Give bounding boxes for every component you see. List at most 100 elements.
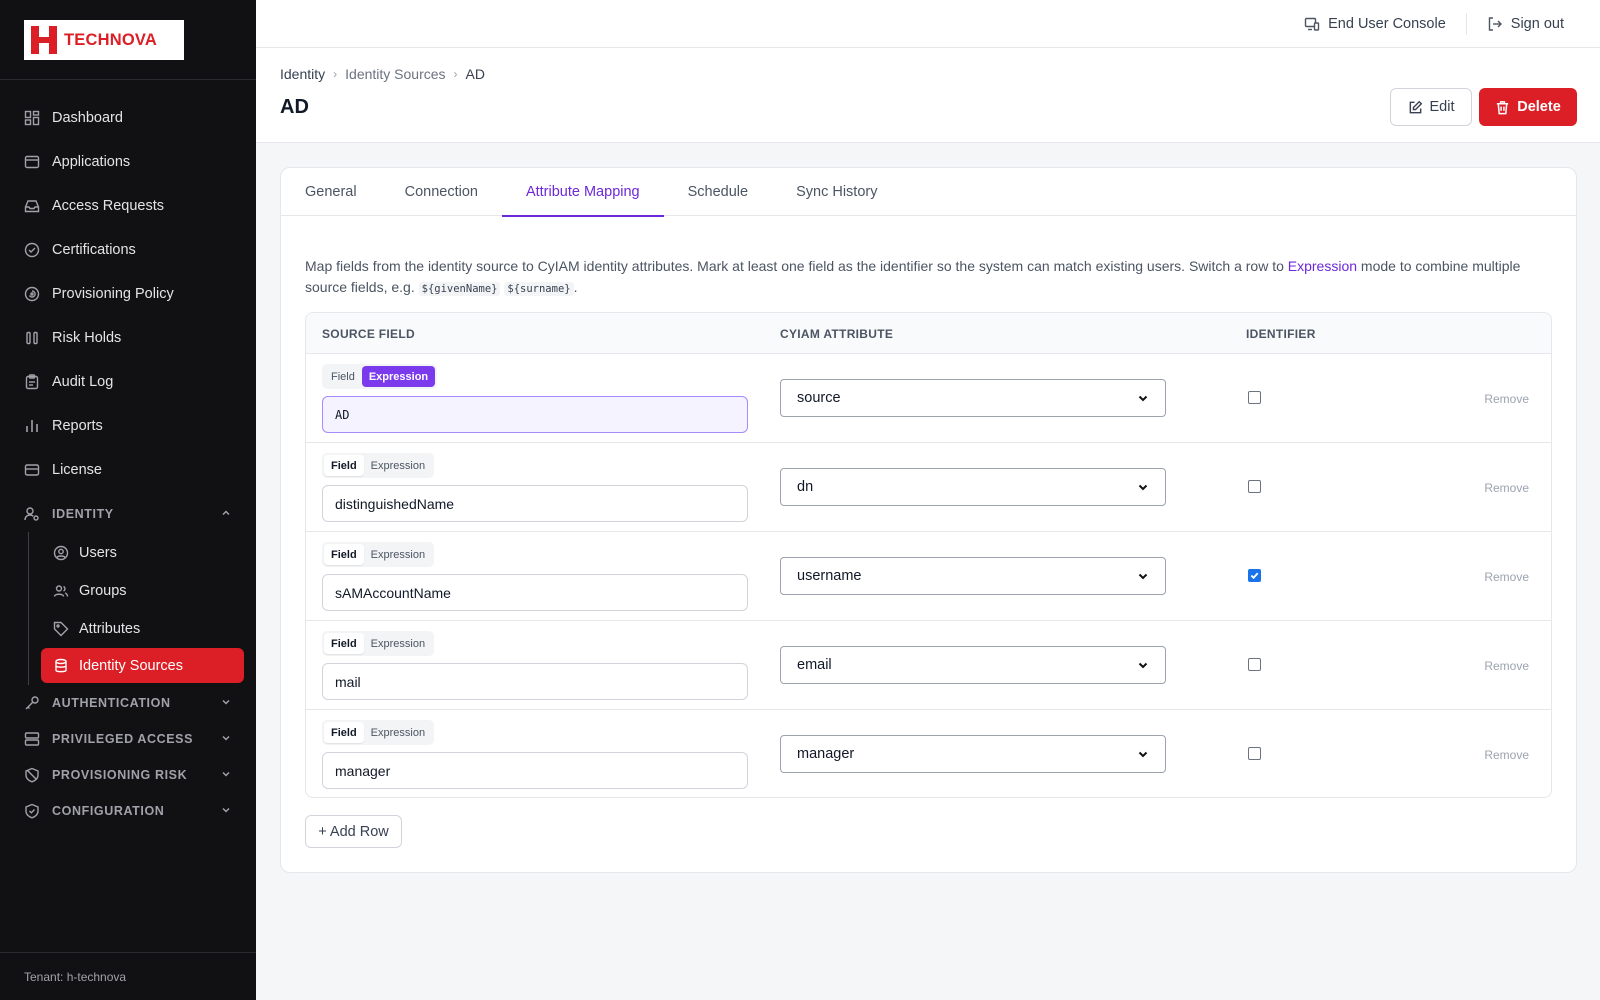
- identifier-checkbox[interactable]: [1248, 391, 1261, 404]
- sidebar-item-users[interactable]: Users: [29, 534, 256, 572]
- identifier-checkbox[interactable]: [1248, 658, 1261, 671]
- sidebar-item-dashboard[interactable]: Dashboard: [0, 96, 256, 140]
- page-header: Identity › Identity Sources › AD AD Edit…: [256, 48, 1600, 143]
- remove-button[interactable]: Remove: [1484, 748, 1529, 762]
- section-configuration[interactable]: CONFIGURATION: [0, 793, 256, 829]
- cyiam-attribute-select[interactable]: username: [780, 557, 1166, 595]
- top-bar: End User Console Sign out: [256, 0, 1600, 48]
- checkmark-icon: [1250, 572, 1259, 580]
- description-text: .: [573, 279, 578, 295]
- source-field-input[interactable]: [322, 485, 748, 522]
- tab-bar: General Connection Attribute Mapping Sch…: [281, 168, 1576, 217]
- bar-chart-icon: [24, 418, 40, 434]
- sidebar-item-label: Audit Log: [52, 374, 114, 390]
- mode-field-button[interactable]: Field: [324, 544, 364, 565]
- sidebar: TECHNOVA Dashboard Applications Access R…: [0, 0, 256, 1000]
- sidebar-item-applications[interactable]: Applications: [0, 140, 256, 184]
- cyiam-attribute-select[interactable]: dn: [780, 468, 1166, 506]
- chevron-down-icon: [1138, 662, 1148, 669]
- sidebar-item-label: Reports: [52, 418, 103, 434]
- sign-out-button[interactable]: Sign out: [1487, 16, 1564, 32]
- chevron-down-icon: [1138, 751, 1148, 758]
- mapping-description: Map fields from the identity source to C…: [305, 256, 1535, 300]
- identifier-checkbox[interactable]: [1248, 747, 1261, 760]
- remove-button[interactable]: Remove: [1484, 481, 1529, 495]
- remove-button[interactable]: Remove: [1484, 392, 1529, 406]
- mode-field-button[interactable]: Field: [324, 455, 364, 476]
- remove-button[interactable]: Remove: [1484, 570, 1529, 584]
- tab-schedule[interactable]: Schedule: [664, 168, 772, 216]
- delete-label: Delete: [1517, 99, 1561, 115]
- brand-logo[interactable]: TECHNOVA: [24, 20, 184, 60]
- tab-connection[interactable]: Connection: [381, 168, 502, 216]
- sign-out-label: Sign out: [1510, 15, 1564, 32]
- user-settings-icon: [24, 506, 40, 522]
- expression-link: Expression: [1287, 258, 1358, 274]
- brand-name: TECHNOVA: [64, 30, 157, 49]
- chevron-down-icon: [220, 804, 232, 819]
- source-field-input[interactable]: [322, 663, 748, 700]
- sidebar-item-identity-sources[interactable]: Identity Sources: [41, 648, 244, 683]
- mode-expression-button[interactable]: Expression: [364, 455, 432, 476]
- section-label: PROVISIONING RISK: [52, 768, 188, 782]
- brand-logo-mark: [31, 26, 57, 54]
- section-label: PRIVILEGED ACCESS: [52, 732, 194, 746]
- edit-button[interactable]: Edit: [1390, 88, 1472, 126]
- cyiam-attribute-select[interactable]: email: [780, 646, 1166, 684]
- remove-button[interactable]: Remove: [1484, 659, 1529, 673]
- sidebar-item-label: Dashboard: [52, 110, 123, 126]
- column-header-source-field: SOURCE FIELD: [322, 327, 415, 341]
- source-field-input[interactable]: [322, 752, 748, 789]
- mode-field-button[interactable]: Field: [324, 366, 362, 387]
- mode-toggle: Field Expression: [322, 364, 438, 389]
- main-nav: Dashboard Applications Access Requests C…: [0, 80, 256, 829]
- end-user-console-button[interactable]: End User Console: [1304, 16, 1446, 32]
- select-value: source: [797, 390, 841, 406]
- server-icon: [24, 731, 40, 747]
- section-authentication[interactable]: AUTHENTICATION: [0, 685, 256, 721]
- chevron-down-icon: [220, 768, 232, 783]
- tab-general[interactable]: General: [281, 168, 381, 216]
- mode-expression-button[interactable]: Expression: [364, 633, 432, 654]
- sidebar-item-access-requests[interactable]: Access Requests: [0, 184, 256, 228]
- tab-attribute-mapping[interactable]: Attribute Mapping: [501, 168, 664, 217]
- tab-sync-history[interactable]: Sync History: [772, 168, 901, 216]
- mode-expression-button[interactable]: Expression: [361, 366, 436, 387]
- chevron-down-icon: [1138, 395, 1148, 402]
- mode-expression-button[interactable]: Expression: [364, 544, 432, 565]
- section-provisioning-risk[interactable]: PROVISIONING RISK: [0, 757, 256, 793]
- sidebar-item-certifications[interactable]: Certifications: [0, 228, 256, 272]
- delete-button[interactable]: Delete: [1479, 88, 1577, 126]
- sidebar-item-provisioning-policy[interactable]: Provisioning Policy: [0, 272, 256, 316]
- cyiam-attribute-select[interactable]: manager: [780, 735, 1166, 773]
- sidebar-item-audit-log[interactable]: Audit Log: [0, 360, 256, 404]
- column-header-identifier: IDENTIFIER: [1246, 327, 1316, 341]
- add-row-button[interactable]: + Add Row: [305, 815, 402, 848]
- identifier-checkbox[interactable]: [1248, 480, 1261, 493]
- section-identity[interactable]: IDENTITY: [0, 496, 256, 532]
- sidebar-item-groups[interactable]: Groups: [29, 572, 256, 610]
- sidebar-item-attributes[interactable]: Attributes: [29, 610, 256, 648]
- inbox-icon: [24, 198, 40, 214]
- source-field-input[interactable]: [322, 574, 748, 611]
- identifier-checkbox[interactable]: [1248, 569, 1261, 582]
- sidebar-item-label: Applications: [52, 154, 131, 170]
- tenant-label: Tenant: h-technova: [0, 952, 256, 1000]
- breadcrumb-identity-sources[interactable]: Identity Sources: [345, 66, 445, 82]
- mode-expression-button[interactable]: Expression: [364, 722, 432, 743]
- window-icon: [24, 154, 40, 170]
- cyiam-attribute-select[interactable]: source: [780, 379, 1166, 417]
- sidebar-item-license[interactable]: License: [0, 448, 256, 492]
- select-value: manager: [797, 746, 855, 762]
- shield-check-icon: [24, 803, 40, 819]
- section-privileged-access[interactable]: PRIVILEGED ACCESS: [0, 721, 256, 757]
- sidebar-item-risk-holds[interactable]: Risk Holds: [0, 316, 256, 360]
- sidebar-item-label: Users: [79, 545, 117, 561]
- sidebar-item-label: License: [52, 462, 102, 478]
- edit-label: Edit: [1429, 99, 1455, 115]
- breadcrumb-identity[interactable]: Identity: [280, 66, 325, 82]
- sidebar-item-reports[interactable]: Reports: [0, 404, 256, 448]
- source-field-input[interactable]: [322, 396, 748, 433]
- mode-field-button[interactable]: Field: [324, 633, 364, 654]
- mode-field-button[interactable]: Field: [324, 722, 364, 743]
